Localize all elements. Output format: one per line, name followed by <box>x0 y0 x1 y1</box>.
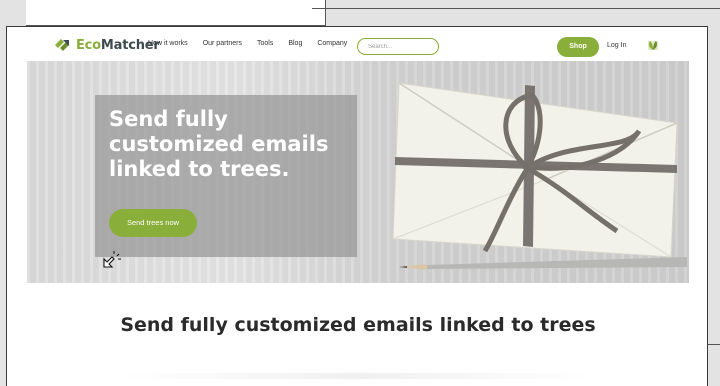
send-trees-button[interactable]: Send trees now <box>109 209 197 237</box>
top-navigation: EcoMatcher How it works Our partners Too… <box>7 27 707 61</box>
hero-banner: Send fully customized emails linked to t… <box>27 61 689 283</box>
click-cursor-icon <box>103 251 121 268</box>
shop-button[interactable]: Shop <box>557 37 599 57</box>
section-title: Send fully customized emails linked to t… <box>120 314 596 336</box>
hero-title: Send fully customized emails linked to t… <box>109 107 329 181</box>
background-divider <box>312 8 720 9</box>
background-window-frame <box>26 0 326 26</box>
nav-links: How it works Our partners Tools Blog Com… <box>148 40 362 47</box>
hero-text-card: Send fully customized emails linked to t… <box>95 95 357 257</box>
nav-link-blog[interactable]: Blog <box>288 40 302 47</box>
nav-link-how-it-works[interactable]: How it works <box>148 40 188 47</box>
nav-link-company[interactable]: Company <box>317 40 347 47</box>
ecomatcher-logo-icon <box>55 39 69 51</box>
section-divider <box>123 373 593 379</box>
nav-link-our-partners[interactable]: Our partners <box>203 40 242 47</box>
browser-page: EcoMatcher How it works Our partners Too… <box>6 26 708 386</box>
search-input[interactable] <box>357 38 439 55</box>
brand-logo[interactable]: EcoMatcher <box>51 37 160 53</box>
leaf-icon[interactable] <box>647 39 659 52</box>
nav-link-tools[interactable]: Tools <box>257 40 273 47</box>
login-link[interactable]: Log In <box>607 42 626 49</box>
brand-name-eco: Eco <box>76 37 101 53</box>
background-divider-right <box>706 344 720 345</box>
